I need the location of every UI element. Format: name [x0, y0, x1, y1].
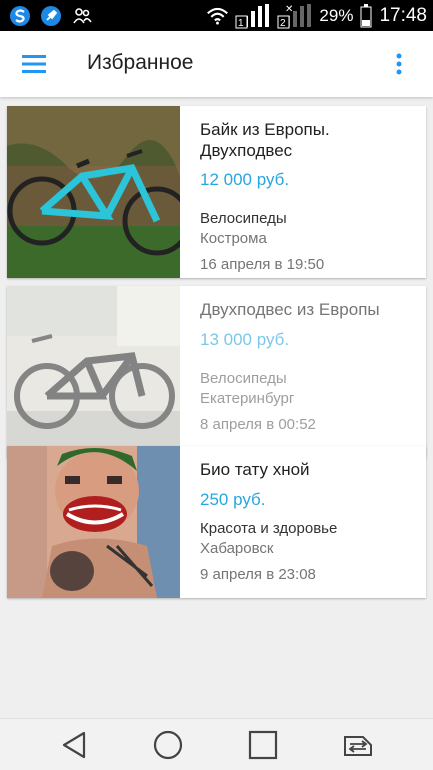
listing-date: 9 апреля в 23:08	[200, 566, 316, 583]
listing-title: Двухподвес из Европы	[200, 300, 380, 319]
listing-date: 16 апреля в 19:50	[200, 256, 325, 273]
listing-category: Красота и здоровье	[200, 520, 338, 537]
back-icon	[62, 731, 86, 759]
battery-icon	[359, 3, 373, 27]
listing-price: 13 000 руб.	[200, 330, 290, 349]
sim-switch-icon	[344, 736, 372, 756]
listing-price: 250 руб.	[200, 490, 266, 509]
back-button[interactable]	[57, 728, 91, 762]
list-item[interactable]: Двухподвес из Европы 13 000 руб. Велосип…	[7, 286, 426, 458]
listing-city: Кострома	[200, 230, 267, 247]
listing-date: 8 апреля в 00:52	[200, 416, 316, 433]
status-bar: 1 ✕ 2 29% 17:48	[0, 0, 433, 31]
svg-text:1: 1	[238, 18, 244, 29]
signal-sim1-icon: 1	[235, 3, 271, 29]
clock: 17:48	[379, 4, 427, 26]
svg-text:2: 2	[280, 18, 286, 29]
face-tattoo-photo	[7, 446, 180, 598]
app-bar: Избранное	[0, 31, 433, 97]
page-title: Избранное	[87, 51, 194, 74]
menu-button[interactable]	[16, 49, 52, 79]
list-item[interactable]: Био тату хной 250 руб. Красота и здоровь…	[7, 446, 426, 598]
listing-title: Био тату хной	[200, 460, 310, 479]
listing-price: 12 000 руб.	[200, 170, 290, 189]
recents-icon	[248, 730, 278, 760]
listing-category: Велосипеды	[200, 370, 287, 387]
system-nav-bar	[0, 718, 433, 770]
listing-title: Байк из Европы. Двухподвес	[200, 120, 330, 160]
svg-text:✕: ✕	[285, 4, 293, 15]
black-bicycle-photo	[7, 286, 180, 458]
s-app-icon	[8, 4, 31, 27]
listing-city: Хабаровск	[200, 540, 274, 557]
wifi-icon	[206, 4, 229, 27]
teal-bicycle-photo	[7, 106, 180, 278]
listing-city: Екатеринбург	[200, 390, 295, 407]
hamburger-icon	[22, 55, 46, 73]
list-item[interactable]: Байк из Европы. Двухподвес 12 000 руб. В…	[7, 106, 426, 278]
home-button[interactable]	[151, 728, 185, 762]
people-icon	[70, 4, 93, 27]
more-vertical-icon	[396, 53, 402, 75]
recents-button[interactable]	[246, 728, 280, 762]
home-icon	[153, 730, 183, 760]
rocket-icon	[39, 4, 62, 27]
overflow-menu-button[interactable]	[389, 49, 409, 79]
listing-category: Велосипеды	[200, 210, 287, 227]
sim-switch-button[interactable]	[341, 728, 375, 762]
battery-percent: 29%	[319, 5, 354, 25]
signal-sim2-icon: ✕ 2	[277, 3, 313, 29]
